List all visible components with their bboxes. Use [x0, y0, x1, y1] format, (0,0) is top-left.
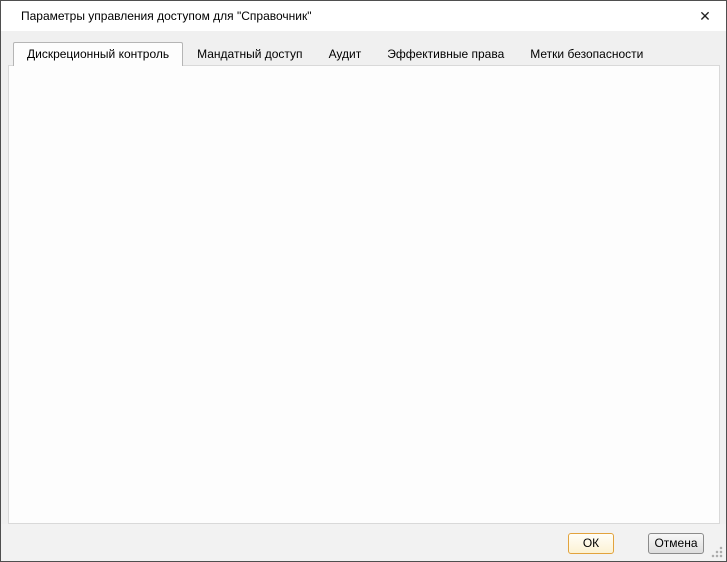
resize-grip[interactable]: [711, 546, 723, 558]
access-control-dialog: Параметры управления доступом для "Справ…: [0, 0, 727, 562]
dialog-title: Параметры управления доступом для "Справ…: [21, 1, 312, 31]
tab-effective-rights[interactable]: Эффективные права: [375, 43, 516, 66]
tab-mandatory-access[interactable]: Мандатный доступ: [185, 43, 314, 66]
close-icon[interactable]: ✕: [684, 1, 726, 31]
cancel-button[interactable]: Отмена: [648, 533, 704, 554]
tab-panel: [8, 65, 720, 524]
tab-discretionary-control[interactable]: Дискреционный контроль: [13, 42, 183, 66]
tab-security-labels[interactable]: Метки безопасности: [518, 43, 655, 66]
tab-strip: Дискреционный контроль Мандатный доступ …: [13, 42, 657, 66]
ok-button[interactable]: ОК: [568, 533, 614, 554]
dialog-footer: [1, 524, 726, 561]
tab-audit[interactable]: Аудит: [317, 43, 374, 66]
title-bar: Параметры управления доступом для "Справ…: [1, 1, 726, 31]
